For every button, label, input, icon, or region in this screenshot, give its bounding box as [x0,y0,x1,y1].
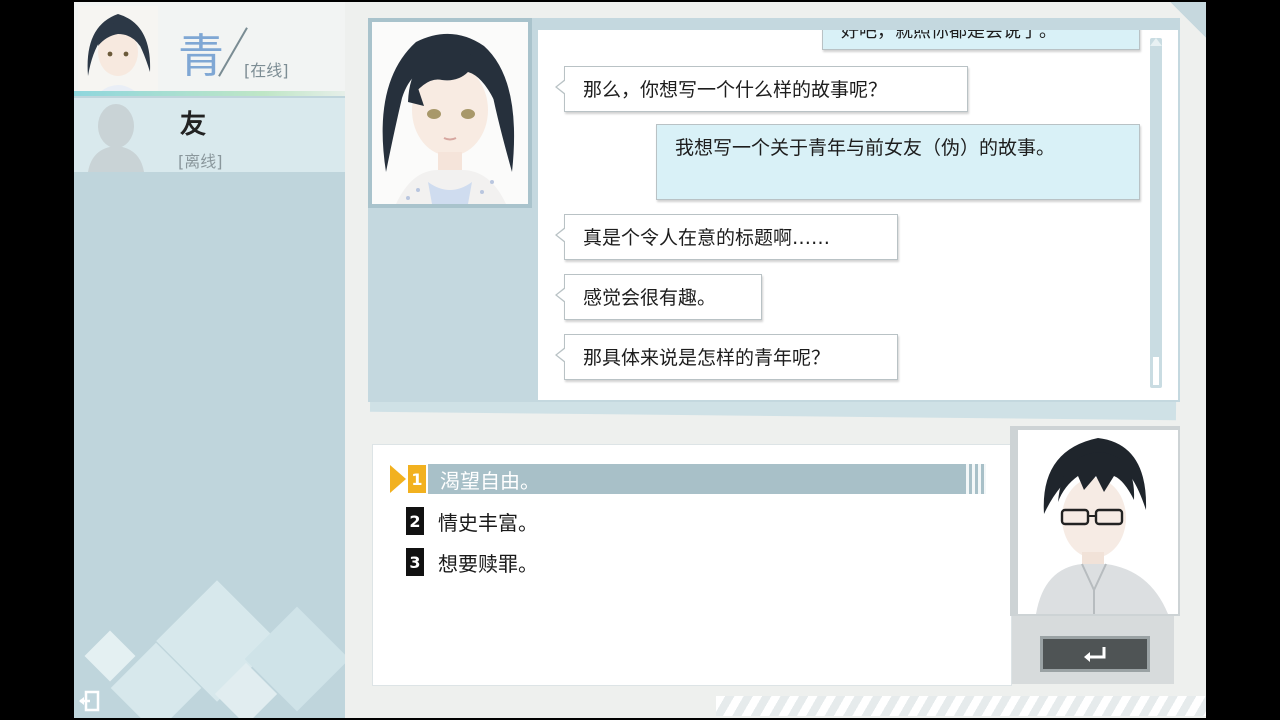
message-list[interactable]: 好吧，就照你都是会说了。 那么，你想写一个什么样的故事呢？ 我想写一个关于青年与… [538,30,1178,400]
choice-text: 情史丰富。 [438,510,538,535]
selection-arrow-icon [390,465,406,493]
choice-number: 1 [408,465,426,493]
message-text: 那具体来说是怎样的青年呢？ [583,347,831,369]
chat-bubble-left: 那具体来说是怎样的青年呢？ [555,334,898,380]
silhouette-avatar-icon [88,104,144,172]
status-label: [离线] [178,152,223,171]
girl-avatar-icon [78,6,158,92]
message-text: 真是个令人在意的标题啊…… [583,227,831,249]
choice-option-1[interactable]: 1 渴望自由。 [390,463,540,495]
message-text: 那么，你想写一个什么样的故事呢？ [583,79,888,101]
exit-door-icon[interactable] [78,690,100,712]
return-arrow-icon [1084,647,1106,662]
chat-bubble-left: 那么，你想写一个什么样的故事呢？ [555,66,968,112]
message-text: 感觉会很有趣。 [583,287,717,309]
choice-number: 3 [406,548,424,576]
decor-stripes [716,696,1206,716]
choice-option-3[interactable]: 3 想要赎罪。 [406,546,538,578]
choice-text: 想要赎罪。 [438,551,538,576]
contact-item-qing[interactable]: 青 [在线] [74,2,345,94]
girl-portrait-icon [372,22,528,204]
selection-stripes [966,464,986,494]
scroll-up-icon[interactable] [1150,38,1162,46]
corner-decor [1170,2,1206,38]
chat-scrollbar[interactable] [1150,38,1162,388]
chat-bubble-right: 我想写一个关于青年与前女友（伪）的故事。 [656,124,1140,200]
player-portrait [1018,430,1178,614]
choice-text: 渴望自由。 [440,468,540,493]
girl-portrait [368,18,532,208]
contact-name: 青 [178,29,224,83]
return-button[interactable] [1040,636,1150,672]
choice-option-2[interactable]: 2 情史丰富。 [406,505,538,537]
boy-portrait-icon [1018,430,1178,614]
chat-bubble-left: 感觉会很有趣。 [555,274,762,320]
contact-panel: 青 [在线] 友 [离线] [74,2,345,718]
status-label: [在线] [244,61,289,80]
message-text: 我想写一个关于青年与前女友（伪）的故事。 [675,137,1056,159]
online-indicator [74,91,345,96]
chat-bubble-left: 真是个令人在意的标题啊…… [555,214,898,260]
avatar [78,6,158,92]
message-text: 好吧，就照你都是会说了。 [841,30,1057,42]
choice-number: 2 [406,507,424,535]
chat-bubble-right: 好吧，就照你都是会说了。 [822,30,1140,50]
contact-item-you[interactable]: 友 [离线] [74,98,345,172]
scroll-thumb[interactable] [1152,356,1160,386]
contact-name: 友 [180,110,207,140]
